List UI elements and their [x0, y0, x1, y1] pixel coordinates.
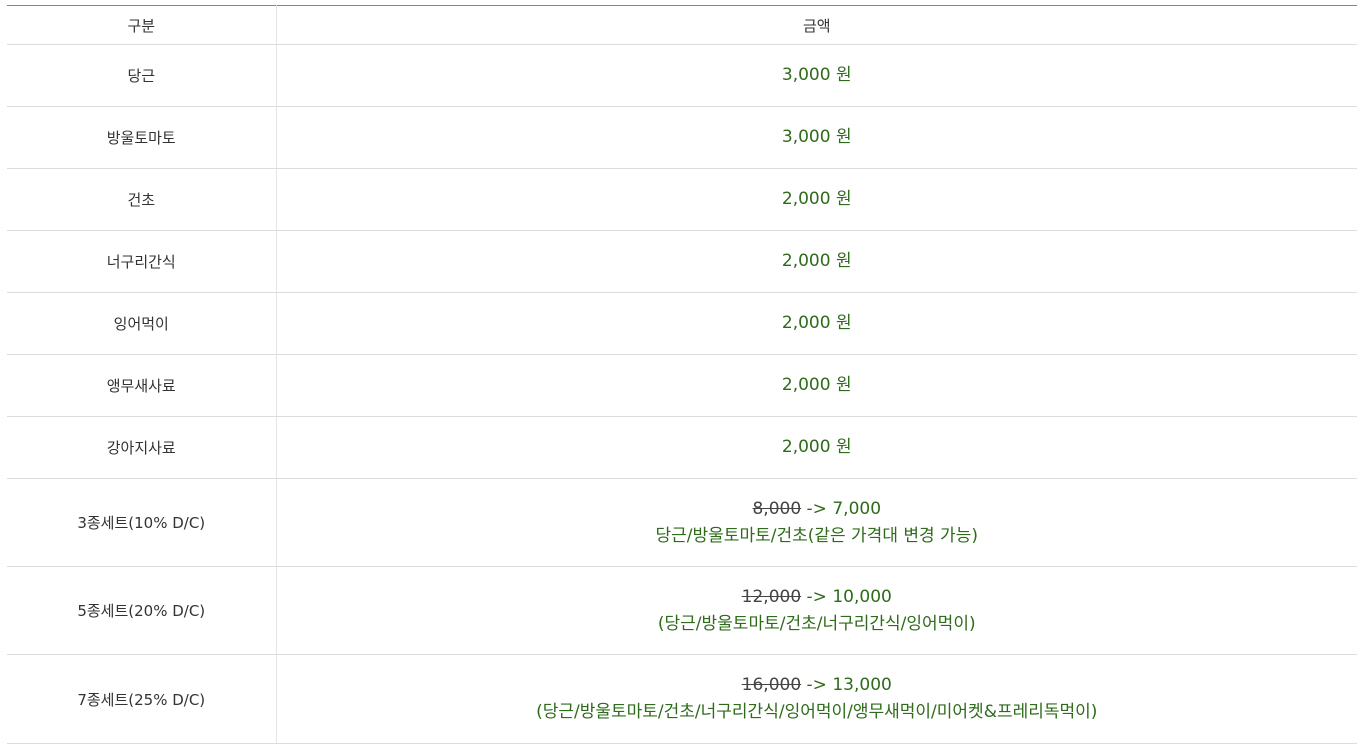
set-contents: 당근/방울토마토/건초(같은 가격대 변경 가능): [655, 525, 978, 546]
item-name: 너구리간식: [7, 230, 277, 293]
item-price: 2,000 원: [276, 168, 1357, 231]
price-arrow: ->: [806, 586, 827, 607]
set-contents: (당근/방울토마토/건초/너구리간식/잉어먹이): [657, 613, 976, 634]
item-price: 2,000 원: [276, 292, 1357, 355]
set-row: 3종세트(10% D/C) 8,000 -> 7,000 당근/방울토마토/건초…: [7, 478, 1358, 567]
set-price: 12,000 -> 10,000 (당근/방울토마토/건초/너구리간식/잉어먹이…: [276, 566, 1358, 655]
price-arrow: ->: [806, 498, 827, 519]
old-price: 12,000: [741, 586, 802, 607]
column-header-price: 금액: [276, 5, 1357, 45]
set-contents: (당근/방울토마토/건초/너구리간식/잉어먹이/앵무새먹이/미어켓&프레리독먹이…: [536, 702, 1098, 722]
item-name: 앵무새사료: [7, 354, 277, 417]
new-price: 13,000: [832, 675, 892, 695]
set-row: 7종세트(25% D/C) 16,000 -> 13,000 (당근/방울토마토…: [7, 654, 1358, 744]
set-price-line: 12,000 -> 10,000: [277, 584, 1358, 611]
table-row: 당근 3,000 원: [7, 44, 1357, 107]
set-price: 16,000 -> 13,000 (당근/방울토마토/건초/너구리간식/잉어먹이…: [276, 654, 1358, 744]
table-row: 강아지사료 2,000 원: [7, 416, 1357, 479]
new-price: 7,000: [832, 498, 882, 519]
table-row: 앵무새사료 2,000 원: [7, 354, 1357, 417]
set-name: 3종세트(10% D/C): [7, 478, 277, 567]
item-price: 3,000 원: [276, 106, 1357, 169]
price-table-container: 구분 금액 당근 3,000 원 방울토마토 3,000 원 건초 2,000 …: [7, 5, 1357, 744]
item-name: 강아지사료: [7, 416, 277, 479]
item-name: 잉어먹이: [7, 292, 277, 355]
new-price: 10,000: [832, 586, 892, 607]
item-price: 3,000 원: [276, 44, 1357, 107]
set-row: 5종세트(20% D/C) 12,000 -> 10,000 (당근/방울토마토…: [7, 566, 1358, 655]
set-price: 8,000 -> 7,000 당근/방울토마토/건초(같은 가격대 변경 가능): [276, 478, 1358, 567]
column-header-category: 구분: [7, 5, 277, 45]
table-row: 방울토마토 3,000 원: [7, 106, 1357, 169]
item-name: 당근: [7, 44, 277, 107]
item-price: 2,000 원: [276, 354, 1357, 417]
item-name: 방울토마토: [7, 106, 277, 169]
item-name: 건초: [7, 168, 277, 231]
old-price: 16,000: [741, 675, 802, 695]
set-name: 5종세트(20% D/C): [7, 566, 277, 655]
table-header-row: 구분 금액: [7, 5, 1357, 45]
table-row: 잉어먹이 2,000 원: [7, 292, 1357, 355]
price-arrow: ->: [806, 675, 827, 695]
table-row: 너구리간식 2,000 원: [7, 230, 1357, 293]
item-price: 2,000 원: [276, 416, 1357, 479]
price-table: 구분 금액 당근 3,000 원 방울토마토 3,000 원 건초 2,000 …: [7, 5, 1357, 744]
item-price: 2,000 원: [276, 230, 1357, 293]
old-price: 8,000: [752, 498, 802, 519]
set-price-line: 16,000 -> 13,000: [277, 672, 1358, 699]
set-price-line: 8,000 -> 7,000: [277, 496, 1358, 523]
set-name: 7종세트(25% D/C): [7, 654, 277, 744]
table-row: 건초 2,000 원: [7, 168, 1357, 231]
